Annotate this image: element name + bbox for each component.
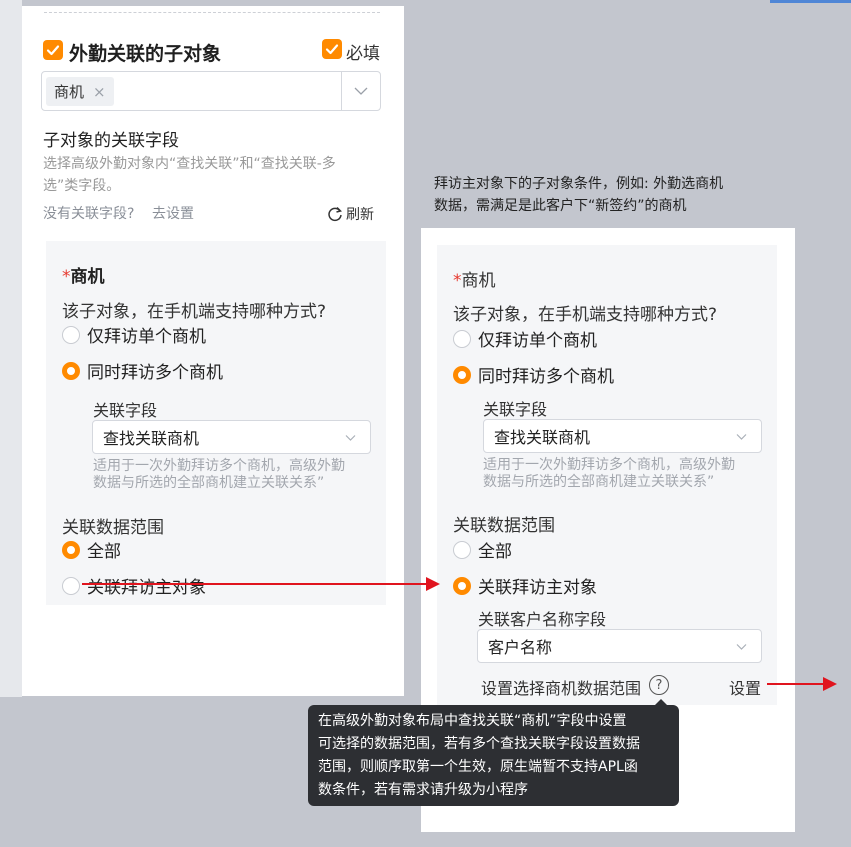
customer-field-label: 关联客户名称字段	[478, 610, 607, 629]
right-range-main[interactable]: 关联拜访主对象	[453, 573, 597, 598]
left-related-hint-1: 适用于一次外勤拜访多个商机，高级外勤	[93, 458, 345, 474]
radio-checked[interactable]	[62, 361, 80, 380]
radio-checked[interactable]	[453, 576, 471, 595]
right-related-field-label: 关联字段	[483, 400, 548, 419]
right-option-single[interactable]: 仅拜访单个商机	[453, 326, 597, 351]
tooltip-line: 范围，则顺序取第一个生效，原生端暂不支持APL函	[318, 759, 638, 775]
right-card-heading-text: 商机	[461, 271, 496, 291]
sub-field-hint-1: 选择高级外勤对象内“查找关联”和“查找关联-多	[43, 156, 336, 172]
left-related-field-label: 关联字段	[93, 401, 158, 420]
help-tooltip: 在高级外勤对象布局中查找关联“商机”字段中设置 可选择的数据范围，若有多个查找关…	[308, 705, 679, 806]
right-option-multi[interactable]: 同时拜访多个商机	[453, 362, 614, 387]
go-setup-link[interactable]: 去设置	[152, 203, 194, 223]
option-label: 关联拜访主对象	[478, 578, 597, 598]
option-label: 关联拜访主对象	[87, 578, 206, 598]
left-card-heading: *商机	[62, 262, 105, 287]
chevron-down-icon	[736, 434, 747, 440]
required-label: 必填	[346, 44, 380, 64]
top-accent-bar	[770, 0, 851, 3]
left-option-multi[interactable]: 同时拜访多个商机	[62, 358, 223, 383]
dashed-divider	[44, 12, 380, 13]
refresh-icon	[328, 206, 342, 222]
right-related-hint-1: 适用于一次外勤拜访多个商机，高级外勤	[483, 457, 735, 473]
tag-label: 商机	[54, 83, 85, 101]
no-field-text: 没有关联字段?	[43, 206, 135, 222]
radio-checked[interactable]	[62, 540, 80, 559]
refresh-label: 刷新	[346, 207, 374, 223]
left-option-single[interactable]: 仅拜访单个商机	[62, 322, 206, 347]
sub-object-checkbox[interactable]	[43, 40, 63, 60]
left-range-main[interactable]: 关联拜访主对象	[62, 573, 206, 598]
set-range-label: 设置选择商机数据范围	[481, 679, 642, 698]
select-value: 查找关联商机	[494, 428, 591, 447]
set-range-link[interactable]: 设置	[729, 675, 761, 699]
radio-checked[interactable]	[453, 365, 471, 384]
right-range-all[interactable]: 全部	[453, 537, 512, 562]
refresh-button[interactable]: 刷新	[327, 204, 374, 224]
chevron-down-icon	[345, 435, 356, 441]
check-icon	[325, 44, 339, 55]
right-question: 该子对象，在手机端支持哪种方式?	[453, 305, 718, 325]
left-question: 该子对象，在手机端支持哪种方式?	[62, 302, 327, 322]
sub-object-title: 外勤关联的子对象	[69, 43, 222, 65]
left-range-all[interactable]: 全部	[62, 537, 121, 562]
tooltip-line: 可选择的数据范围，若有多个查找关联字段设置数据	[318, 736, 640, 752]
select-value: 查找关联商机	[103, 429, 200, 448]
select-value: 客户名称	[488, 638, 553, 657]
right-range-label: 关联数据范围	[453, 516, 555, 536]
check-icon	[46, 45, 60, 56]
sub-field-title: 子对象的关联字段	[43, 131, 179, 151]
tooltip-line: 在高级外勤对象布局中查找关联“商机”字段中设置	[318, 713, 627, 729]
radio-unchecked[interactable]	[453, 329, 471, 348]
left-related-hint-2: 数据与所选的全部商机建立关联关系”	[93, 475, 325, 491]
help-icon[interactable]: ?	[649, 675, 669, 695]
radio-unchecked[interactable]	[62, 576, 80, 595]
radio-unchecked[interactable]	[453, 540, 471, 559]
radio-unchecked[interactable]	[62, 325, 80, 344]
option-label: 同时拜访多个商机	[87, 363, 223, 383]
selected-tag: 商机 ×	[46, 77, 114, 106]
sub-object-select[interactable]: 商机 ×	[41, 71, 381, 111]
customer-field-select[interactable]: 客户名称	[477, 629, 762, 663]
option-label: 全部	[87, 542, 121, 562]
tag-remove-icon[interactable]: ×	[93, 83, 106, 101]
option-label: 仅拜访单个商机	[478, 331, 597, 351]
left-card-heading-text: 商机	[70, 267, 105, 287]
select-divider	[341, 72, 342, 110]
chevron-down-icon	[736, 644, 747, 650]
annotation-line-1: 拜访主对象下的子对象条件，例如: 外勤选商机	[434, 176, 724, 192]
left-range-label: 关联数据范围	[62, 518, 164, 538]
option-label: 同时拜访多个商机	[478, 367, 614, 387]
background-strip	[0, 0, 22, 697]
sub-field-hint-2: 选”类字段。	[43, 178, 121, 194]
chevron-down-icon[interactable]	[354, 84, 368, 98]
required-checkbox[interactable]	[322, 39, 342, 59]
tooltip-line: 数条件，若有需求请升级为小程序	[318, 782, 528, 798]
left-related-field-select[interactable]: 查找关联商机	[92, 420, 371, 454]
right-card-heading: *商机	[453, 266, 496, 291]
option-label: 全部	[478, 542, 512, 562]
right-related-field-select[interactable]: 查找关联商机	[483, 419, 762, 453]
required-mark: *	[62, 267, 71, 287]
right-related-hint-2: 数据与所选的全部商机建立关联关系”	[483, 474, 715, 490]
option-label: 仅拜访单个商机	[87, 327, 206, 347]
required-mark: *	[453, 271, 462, 291]
annotation-line-2: 数据，需满足是此客户下“新签约”的商机	[434, 198, 687, 214]
